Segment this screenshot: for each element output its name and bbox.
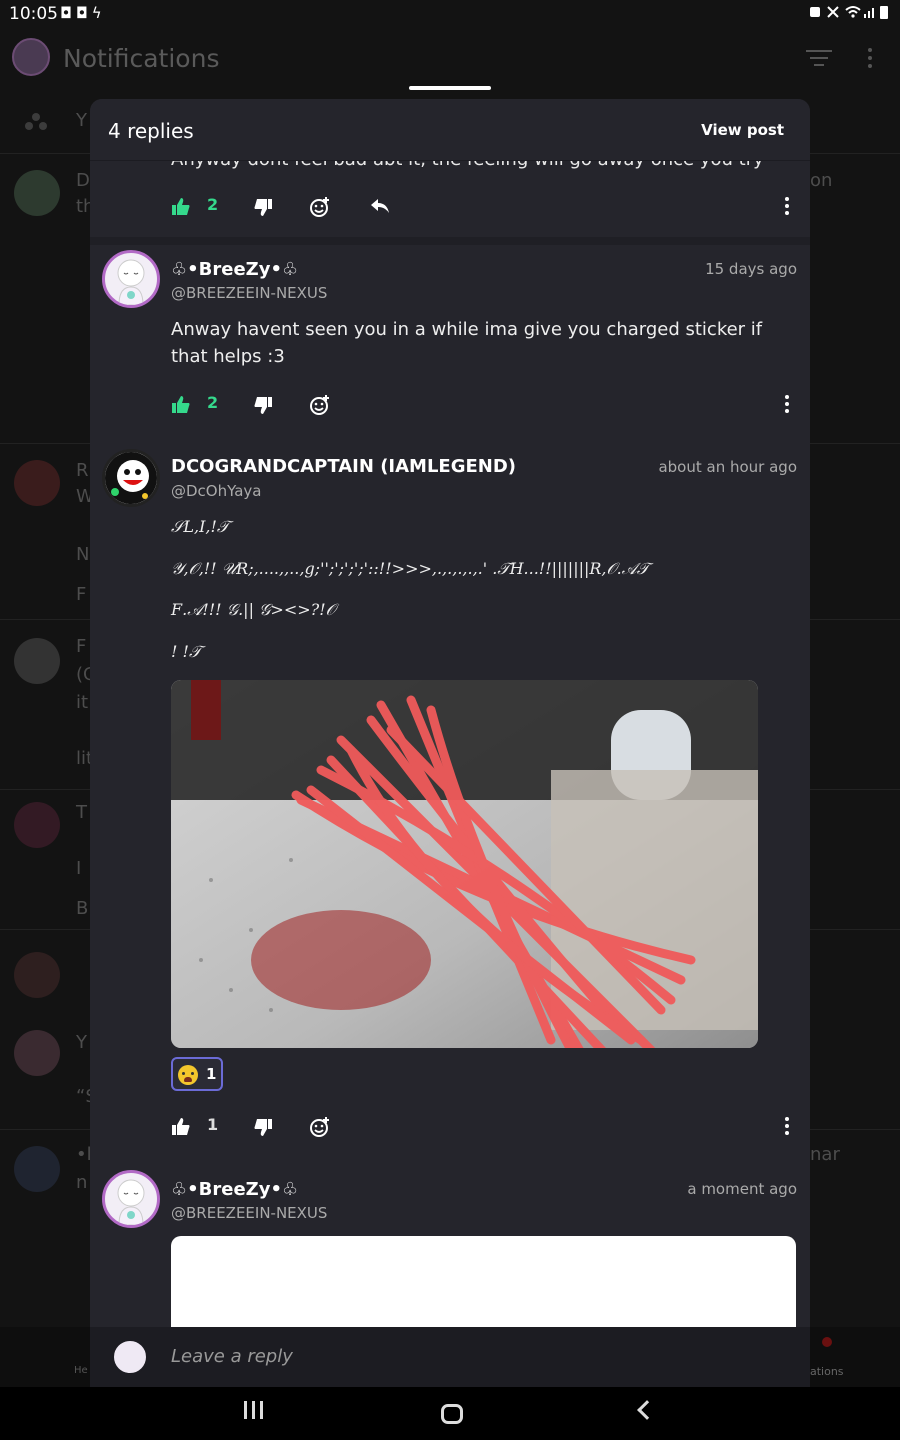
thumbs-up-icon[interactable] [171,1117,191,1137]
notification-dot [822,1337,832,1347]
avatar [14,1146,60,1192]
game-controller-icon: ◘◘ [60,4,92,22]
comment-username[interactable]: ♧•BreeZy•♧ [171,259,298,280]
reaction-chip[interactable]: 1 [171,1057,223,1091]
comment-username[interactable]: ♧•BreeZy•♧ [171,1179,298,1200]
reply-icon[interactable] [369,195,391,217]
like-count: 2 [207,393,219,412]
add-reaction-icon[interactable] [309,394,331,416]
avatar [14,460,60,506]
thumbs-up-icon[interactable] [171,197,191,217]
avatar [14,802,60,848]
more-options-icon[interactable] [785,197,791,215]
page-title: Notifications [63,44,220,73]
comment-handle: @BREEZEEIN-NEXUS [171,284,328,302]
comment-text: Anway havent seen you in a while ima giv… [171,319,763,367]
like-count: 2 [207,195,219,214]
clock: 10:05 [9,4,58,24]
thumbs-down-icon[interactable] [253,395,273,415]
profile-avatar[interactable] [12,38,50,76]
replies-count-title: 4 replies [108,119,194,143]
my-avatar [112,1339,148,1375]
sheet-drag-handle[interactable] [409,86,491,90]
reply-input[interactable]: Leave a reply [171,1346,293,1367]
like-count: 1 [207,1115,219,1134]
group-icon [24,112,48,132]
comment-image[interactable] [171,680,758,1048]
avatar-image [117,1179,145,1225]
comment-text-line: ! !𝒯 [171,642,202,661]
reply-bar: Leave a reply [90,1327,810,1387]
back-icon[interactable] [637,1400,657,1420]
comment-actions: 2 [171,393,791,421]
replies-sheet: 4 replies View post Anyway dont feel bad… [90,99,810,1387]
add-reaction-icon[interactable] [309,1116,331,1138]
avatar[interactable] [102,250,160,308]
more-options-icon[interactable] [785,395,791,413]
crying-face-emoji-icon [178,1065,198,1085]
more-options-icon[interactable] [868,48,874,70]
status-bar: 10:05 ◘◘ϟ [0,0,900,30]
avatar[interactable] [102,449,160,507]
recent-apps-icon[interactable] [244,1400,268,1425]
comment-actions: 2 [171,195,791,223]
system-icons [810,4,890,24]
comment-time: a moment ago [687,1180,797,1198]
sheet-header: 4 replies View post [90,99,810,161]
filter-icon[interactable] [806,50,832,68]
thumbs-down-icon[interactable] [253,1117,273,1137]
comment-handle: @BREEZEEIN-NEXUS [171,1204,328,1222]
flash-icon: ϟ [91,4,106,22]
comment-text-line: 𝐹.𝒜!!! 𝒢.|| 𝒢><>?!𝒪 [171,600,336,619]
divider [90,237,810,245]
home-icon[interactable] [441,1404,463,1424]
comment-username[interactable]: DCOGRANDCAPTAIN (IAMLEGEND) [171,456,516,477]
avatar-image [105,452,157,504]
thumbs-down-icon[interactable] [253,197,273,217]
avatar-image [117,259,145,305]
comment-text-line: 𝒮𝐿,𝐼,!𝒯 [171,517,230,536]
reaction-count: 1 [206,1065,217,1083]
add-reaction-icon[interactable] [309,196,331,218]
thumbs-up-icon[interactable] [171,395,191,415]
avatar [14,952,60,998]
comment-actions: 1 [171,1115,791,1143]
avatar [14,1030,60,1076]
comment-time: 15 days ago [705,260,797,278]
comment-text-line: 𝒴,𝒪,!! 𝒰𝑅;,....,,..,g;'';';';';'::!!>>>,… [171,559,650,578]
avatar[interactable] [102,1170,160,1228]
censored-image [171,680,758,1048]
nav-notifications-label[interactable]: ations [810,1365,844,1378]
more-options-icon[interactable] [785,1117,791,1135]
comment-handle: @DcOhYaya [171,482,262,500]
signal-icon [810,6,888,19]
comment-image[interactable] [171,1236,796,1336]
nav-home-label[interactable]: He [74,1365,88,1376]
view-post-button[interactable]: View post [701,121,784,139]
avatar [14,638,60,684]
avatar [14,170,60,216]
comment-time: about an hour ago [658,458,797,476]
system-navigation-bar [0,1387,900,1440]
notification-icons: ◘◘ϟ [60,4,106,22]
